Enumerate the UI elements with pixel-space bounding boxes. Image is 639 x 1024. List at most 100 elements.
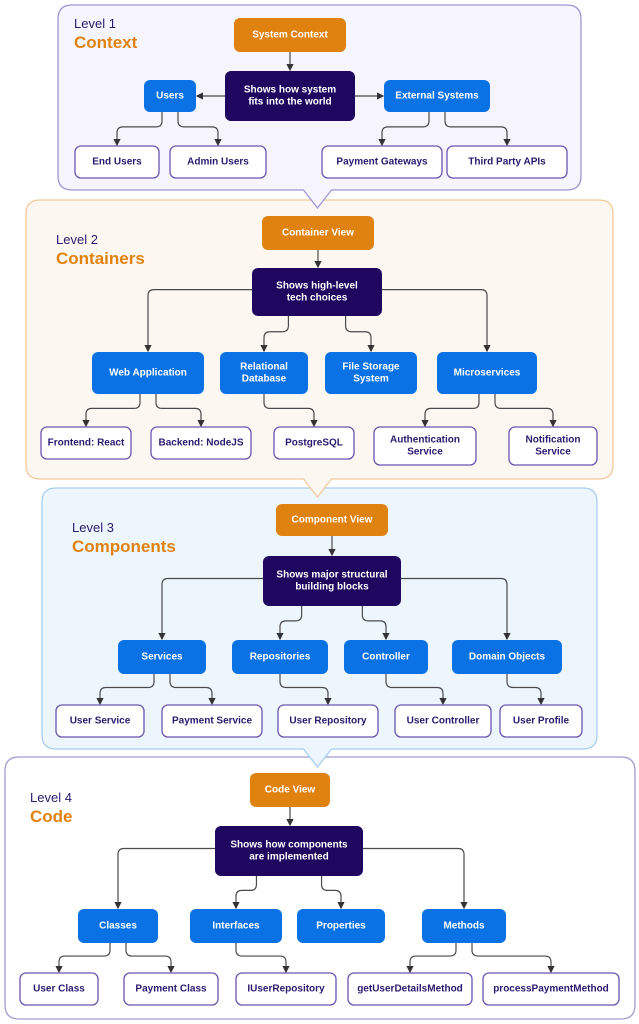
view-node-container-view[interactable]: Container View [262,216,374,250]
node-label: Shows how components [230,840,348,851]
leaf-node-payment-gateways[interactable]: Payment Gateways [321,145,443,179]
level-title: Code [30,807,73,826]
level-panel-2: Level 2 Containers Container View Shows hig… [25,199,614,499]
level-title: Components [72,537,176,556]
summary-node[interactable]: Shows high-leveltech choices [252,268,382,316]
summary-node[interactable]: Shows how componentsare implemented [215,826,363,876]
leaf-node-getuserdetailsmethod[interactable]: getUserDetailsMethod [347,972,473,1006]
node-label: Classes [99,921,137,932]
node-label: User Service [70,716,131,727]
level-number: Level 4 [30,790,72,805]
node-label: building blocks [295,582,369,593]
view-node-component-view[interactable]: Component View [276,504,388,536]
node-label: are implemented [249,852,328,863]
leaf-node-admin-users[interactable]: Admin Users [169,145,267,179]
node-label: Web Application [109,368,187,379]
node-label: getUserDetailsMethod [357,984,463,995]
category-node-repositories[interactable]: Repositories [232,640,328,674]
node-label: Domain Objects [469,652,546,663]
leaf-node-user-repository[interactable]: User Repository [277,704,379,738]
c4-diagram: Level 4 Code Code View Shows how components… [0,0,639,1024]
leaf-node-payment-service[interactable]: Payment Service [161,704,263,738]
node-label: Component View [292,515,373,526]
node-label: Payment Service [172,716,252,727]
leaf-node-frontend-react[interactable]: Frontend: React [40,426,132,460]
node-label: System [353,374,389,385]
node-label: User Controller [407,716,480,727]
level-title: Containers [56,249,145,268]
leaf-node-user-service[interactable]: User Service [55,704,145,738]
node-label: Admin Users [187,157,249,168]
category-node-interfaces[interactable]: Interfaces [190,909,282,943]
node-label: fits into the world [248,97,331,108]
node-label: Shows how system [244,85,336,96]
level-number: Level 1 [74,16,116,31]
category-node-users[interactable]: Users [144,80,196,112]
leaf-node-end-users[interactable]: End Users [74,145,160,179]
category-node-classes[interactable]: Classes [78,909,158,943]
level-number: Level 3 [72,520,114,535]
node-label: IUserRepository [247,984,325,995]
diagram-canvas: Level 4 Code Code View Shows how components… [4,4,636,1020]
node-label: Third Party APIs [468,157,546,168]
leaf-node-iuserrepository[interactable]: IUserRepository [235,972,337,1006]
category-node-relational-database[interactable]: RelationalDatabase [220,352,308,394]
node-label: File Storage [342,362,400,373]
leaf-node-notification-service[interactable]: NotificationService [508,426,598,466]
leaf-node-payment-class[interactable]: Payment Class [123,972,219,1006]
node-label: User Class [33,984,85,995]
leaf-node-third-party-apis[interactable]: Third Party APIs [446,145,568,179]
leaf-node-processpaymentmethod[interactable]: processPaymentMethod [482,972,620,1006]
node-label: Frontend: React [48,438,125,449]
summary-node[interactable]: Shows major structuralbuilding blocks [263,556,401,606]
leaf-node-authentication-service[interactable]: AuthenticationService [373,426,477,466]
level-panel-1: Level 1 Context System Context Shows how sy… [57,4,582,210]
node-label: System Context [252,30,328,41]
node-label: Service [535,447,571,458]
category-node-services[interactable]: Services [118,640,206,674]
node-label: Shows major structural [276,570,387,581]
node-label: Shows high-level [276,281,358,292]
node-label: Notification [526,435,581,446]
level-title: Context [74,33,138,52]
node-label: PostgreSQL [285,438,343,449]
node-label: Microservices [454,368,521,379]
leaf-node-user-controller[interactable]: User Controller [394,704,492,738]
node-label: User Profile [513,716,570,727]
node-label: Users [156,91,184,102]
leaf-node-backend-nodejs[interactable]: Backend: NodeJS [150,426,252,460]
category-node-domain-objects[interactable]: Domain Objects [452,640,562,674]
node-label: processPaymentMethod [493,984,609,995]
category-node-methods[interactable]: Methods [422,909,506,943]
view-node-code-view[interactable]: Code View [250,773,330,807]
level-panel-4: Level 4 Code Code View Shows how components… [4,756,636,1020]
level-number: Level 2 [56,232,98,247]
node-label: Properties [316,921,366,932]
node-label: Repositories [250,652,311,663]
node-label: Backend: NodeJS [158,438,243,449]
category-node-properties[interactable]: Properties [297,909,385,943]
category-node-web-application[interactable]: Web Application [92,352,204,394]
node-label: Code View [265,785,316,796]
view-node-system-context[interactable]: System Context [234,18,346,52]
leaf-node-user-class[interactable]: User Class [19,972,99,1006]
category-node-controller[interactable]: Controller [344,640,428,674]
node-label: Database [242,374,287,385]
node-label: User Repository [289,716,367,727]
node-label: Payment Class [135,984,207,995]
leaf-node-user-profile[interactable]: User Profile [499,704,583,738]
node-label: Payment Gateways [336,157,428,168]
node-label: End Users [92,157,142,168]
leaf-node-postgresql[interactable]: PostgreSQL [273,426,355,460]
node-label: Methods [443,921,485,932]
node-label: Controller [362,652,410,663]
node-label: tech choices [287,293,348,304]
level-panel-3: Level 3 Components Component View Shows maj… [41,487,598,769]
summary-node[interactable]: Shows how systemfits into the world [225,71,355,121]
category-node-file-storage-system[interactable]: File StorageSystem [325,352,417,394]
node-label: Service [407,447,443,458]
category-node-microservices[interactable]: Microservices [437,352,537,394]
node-label: Container View [282,228,354,239]
node-label: Authentication [390,435,460,446]
category-node-external-systems[interactable]: External Systems [384,80,490,112]
